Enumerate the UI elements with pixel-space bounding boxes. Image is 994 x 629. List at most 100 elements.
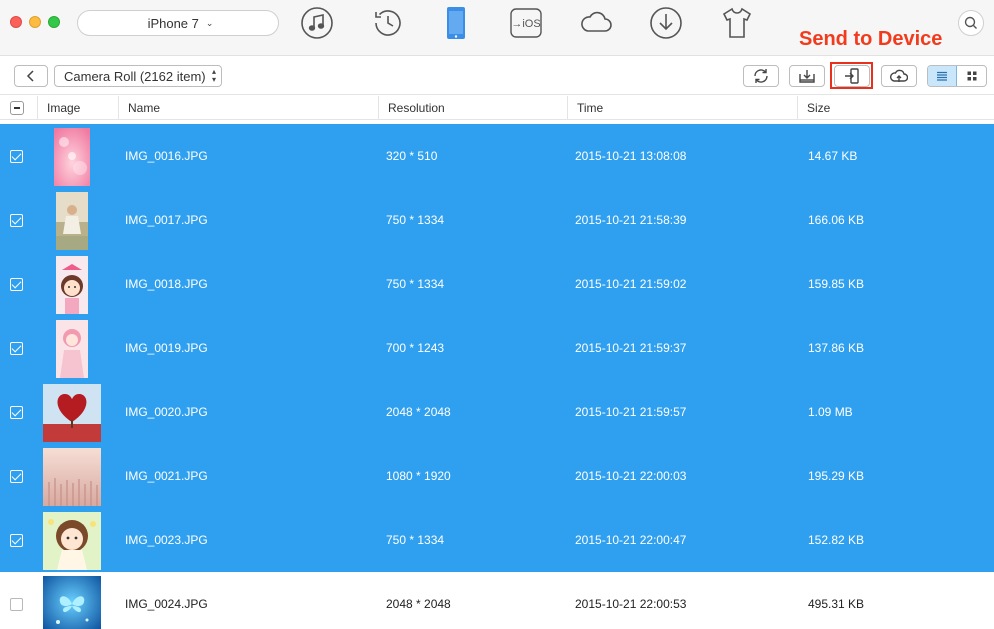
row-checkbox[interactable] <box>10 470 23 483</box>
to-ios-label: →iOS <box>511 18 540 30</box>
device-name: iPhone 7 <box>147 15 199 31</box>
grid-view-icon <box>967 71 976 81</box>
thumbnail-image <box>43 512 101 570</box>
column-header-image[interactable]: Image <box>37 96 118 120</box>
album-name: Camera Roll (2162 item) <box>64 68 206 84</box>
timestamp: 2015-10-21 13:08:08 <box>575 149 687 163</box>
timestamp: 2015-10-21 21:59:37 <box>575 341 687 355</box>
file-name: IMG_0024.JPG <box>125 597 208 611</box>
thumbnail-image <box>54 128 90 186</box>
file-name: IMG_0017.JPG <box>125 213 208 227</box>
row-checkbox[interactable] <box>10 406 23 419</box>
file-size: 495.31 KB <box>808 597 865 611</box>
export-to-computer-button[interactable] <box>789 65 825 87</box>
view-mode-toggle <box>927 65 987 87</box>
refresh-icon <box>754 69 768 83</box>
export-to-computer-icon <box>799 70 815 83</box>
updown-chevron-icon: ▴ ▾ <box>211 67 216 84</box>
window-close-button[interactable] <box>10 16 22 28</box>
thumbnail-image <box>43 448 101 506</box>
itunes-music-icon[interactable] <box>299 5 335 41</box>
upload-to-icloud-button[interactable] <box>881 65 917 87</box>
column-header-name[interactable]: Name <box>118 96 378 120</box>
timestamp: 2015-10-21 22:00:47 <box>575 533 687 547</box>
file-size: 14.67 KB <box>808 149 858 163</box>
timestamp: 2015-10-21 21:58:39 <box>575 213 687 227</box>
top-toolbar: iPhone 7 ⌄ →iOS Send to Device <box>0 0 994 56</box>
file-name: IMG_0020.JPG <box>125 405 208 419</box>
window-minimize-button[interactable] <box>29 16 41 28</box>
file-name: IMG_0023.JPG <box>125 533 208 547</box>
row-checkbox[interactable] <box>10 534 23 547</box>
row-checkbox[interactable] <box>10 342 23 355</box>
thumbnail-image <box>56 192 88 250</box>
shirt-icon[interactable] <box>719 5 755 41</box>
table-row[interactable]: IMG_0016.JPG 320 * 510 2015-10-21 13:08:… <box>0 124 994 188</box>
table-row[interactable]: IMG_0021.JPG 1080 * 1920 2015-10-21 22:0… <box>0 444 994 508</box>
download-icon[interactable] <box>648 5 684 41</box>
timestamp: 2015-10-21 22:00:03 <box>575 469 687 483</box>
list-view-icon <box>937 71 947 81</box>
table-row[interactable]: IMG_0023.JPG 750 * 1334 2015-10-21 22:00… <box>0 508 994 572</box>
table-row[interactable]: IMG_0017.JPG 750 * 1334 2015-10-21 21:58… <box>0 188 994 252</box>
thumbnail-image <box>56 320 88 378</box>
send-to-device-icon <box>845 68 859 84</box>
device-phone-icon[interactable] <box>438 5 474 41</box>
window-zoom-button[interactable] <box>48 16 60 28</box>
column-header-size[interactable]: Size <box>797 96 994 120</box>
resolution: 1080 * 1920 <box>386 469 451 483</box>
file-size: 195.29 KB <box>808 469 865 483</box>
history-clock-icon[interactable] <box>370 5 406 41</box>
column-header-time[interactable]: Time <box>567 96 797 120</box>
resolution: 2048 * 2048 <box>386 405 451 419</box>
search-button[interactable] <box>958 10 984 36</box>
chevron-left-icon <box>26 70 34 82</box>
row-checkbox[interactable] <box>10 214 23 227</box>
thumbnail-image <box>56 256 88 314</box>
grid-view-button[interactable] <box>957 66 986 86</box>
list-view-button[interactable] <box>928 66 958 86</box>
album-selector[interactable]: Camera Roll (2162 item) ▴ ▾ <box>54 65 222 87</box>
device-selector[interactable]: iPhone 7 ⌄ <box>77 10 279 36</box>
file-name: IMG_0021.JPG <box>125 469 208 483</box>
table-header: Image Name Resolution Time Size <box>0 96 994 120</box>
table-row[interactable]: IMG_0019.JPG 700 * 1243 2015-10-21 21:59… <box>0 316 994 380</box>
resolution: 700 * 1243 <box>386 341 445 355</box>
row-checkbox[interactable] <box>10 598 23 611</box>
thumbnail-image <box>43 576 101 629</box>
file-size: 137.86 KB <box>808 341 865 355</box>
timestamp: 2015-10-21 21:59:02 <box>575 277 687 291</box>
upload-to-icloud-icon <box>890 69 908 82</box>
resolution: 750 * 1334 <box>386 533 445 547</box>
timestamp: 2015-10-21 21:59:57 <box>575 405 687 419</box>
resolution: 750 * 1334 <box>386 213 445 227</box>
send-to-device-button[interactable] <box>834 65 870 87</box>
refresh-button[interactable] <box>743 65 779 87</box>
file-size: 152.82 KB <box>808 533 865 547</box>
icloud-icon[interactable] <box>578 5 614 41</box>
back-button[interactable] <box>14 65 48 87</box>
resolution: 320 * 510 <box>386 149 438 163</box>
file-size: 166.06 KB <box>808 213 865 227</box>
file-name: IMG_0019.JPG <box>125 341 208 355</box>
thumbnail-image <box>43 384 101 442</box>
file-size: 1.09 MB <box>808 405 853 419</box>
table-row[interactable]: IMG_0020.JPG 2048 * 2048 2015-10-21 21:5… <box>0 380 994 444</box>
chevron-down-icon: ⌄ <box>205 17 214 28</box>
row-checkbox[interactable] <box>10 278 23 291</box>
column-header-resolution[interactable]: Resolution <box>378 96 567 120</box>
content-toolbar: Camera Roll (2162 item) ▴ ▾ <box>0 57 994 95</box>
select-all-checkbox[interactable] <box>10 101 24 115</box>
row-checkbox[interactable] <box>10 150 23 163</box>
resolution: 2048 * 2048 <box>386 597 451 611</box>
search-icon <box>964 16 977 29</box>
file-size: 159.85 KB <box>808 277 865 291</box>
to-ios-icon[interactable]: →iOS <box>508 5 544 41</box>
send-to-device-annotation: Send to Device <box>799 28 943 50</box>
table-row[interactable]: IMG_0018.JPG 750 * 1334 2015-10-21 21:59… <box>0 252 994 316</box>
table-row[interactable]: IMG_0024.JPG 2048 * 2048 2015-10-21 22:0… <box>0 572 994 629</box>
timestamp: 2015-10-21 22:00:53 <box>575 597 687 611</box>
file-name: IMG_0016.JPG <box>125 149 208 163</box>
resolution: 750 * 1334 <box>386 277 445 291</box>
file-name: IMG_0018.JPG <box>125 277 208 291</box>
